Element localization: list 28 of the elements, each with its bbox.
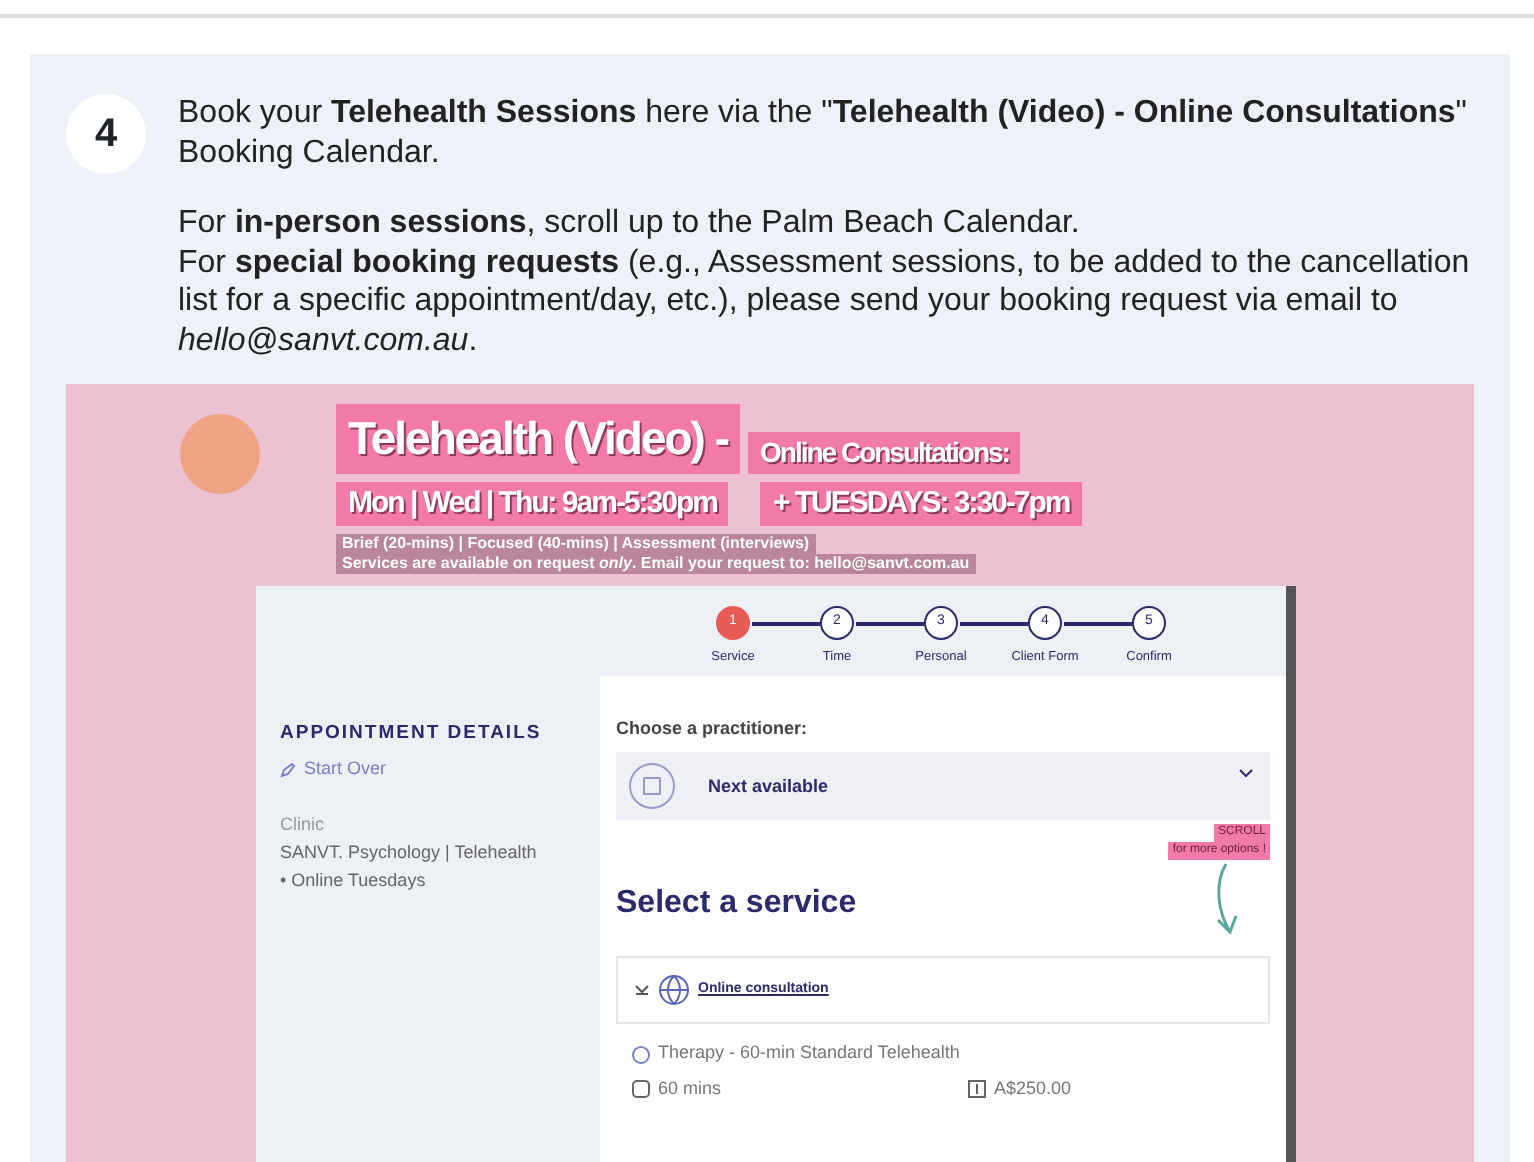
- practitioner-dropdown[interactable]: Next available: [616, 752, 1270, 821]
- practitioner-label: Choose a practitioner:: [616, 715, 810, 742]
- chevron-down-icon: [634, 984, 650, 997]
- step-number: 4: [66, 94, 146, 174]
- service-price: A$250.00: [994, 1075, 1072, 1102]
- globe-icon: [658, 974, 690, 1007]
- banner-hours: Mon | Wed | Thu: 9am-5:30pm: [336, 481, 729, 526]
- circle-decoration: [180, 414, 260, 494]
- clinic-name: • Online Tuesdays: [280, 868, 428, 894]
- section-heading: Select a service: [616, 884, 857, 925]
- avatar-icon: [628, 762, 676, 811]
- radio-icon: [632, 1045, 650, 1063]
- service-name: Therapy - 60-min Standard Telehealth: [658, 1040, 960, 1067]
- banner-title: Telehealth (Video) -: [336, 404, 741, 473]
- appointment-details-heading: APPOINTMENT DETAILS: [280, 719, 544, 748]
- banner-note: Services are available on request only. Email your request to: hello@sanvt.com.au: [336, 554, 976, 574]
- instruction-text: Book your Telehealth Sessions here via the "Telehealth (Video) - Online Consultations" Booking Calendar.: [178, 94, 1469, 172]
- instruction-text: For in-person sessions, scroll up to the Palm Beach Calendar.: [178, 204, 1082, 243]
- instruction-text: For special booking requests (e.g., Assessment sessions, to be added to the cancellation list for a specific appointment/day, etc.), please send your booking request via email to hello@sanvt.com.au.: [178, 243, 1472, 360]
- pencil-icon: [280, 761, 296, 778]
- service-duration: 60 mins: [658, 1075, 722, 1102]
- banner-subtitle: Online Consultations:: [748, 431, 1021, 473]
- clinic-name: SANVT. Psychology | Telehealth: [280, 840, 539, 866]
- clinic-label: Clinic: [280, 811, 327, 837]
- clock-icon: [632, 1080, 650, 1098]
- banner-hours: + TUESDAYS: 3:30-7pm: [760, 481, 1082, 526]
- chevron-down-icon: [1238, 768, 1254, 779]
- banner-note: Brief (20-mins) | Focused (40-mins) | Assessment (interviews): [336, 534, 816, 554]
